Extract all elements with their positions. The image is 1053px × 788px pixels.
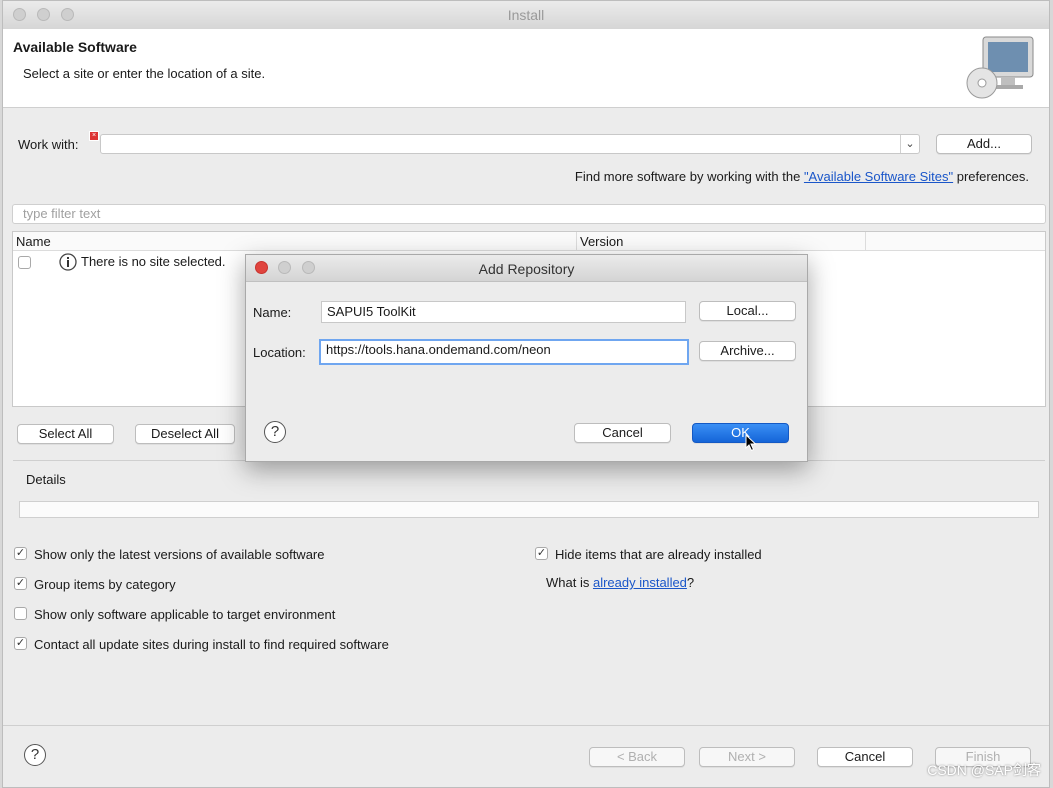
work-with-label: Work with:	[18, 137, 79, 152]
find-more-suffix: preferences.	[953, 169, 1029, 184]
select-all-button[interactable]: Select All	[17, 424, 114, 444]
window-titlebar: Install	[3, 1, 1049, 30]
what-is-prefix: What is	[546, 575, 593, 590]
dialog-titlebar: Add Repository	[246, 255, 807, 282]
footer-separator	[3, 725, 1049, 726]
help-icon[interactable]: ?	[264, 421, 286, 443]
name-label: Name:	[253, 305, 292, 320]
ok-button[interactable]: OK	[692, 423, 789, 443]
cancel-button[interactable]: Cancel	[817, 747, 913, 767]
mouse-cursor-icon	[745, 434, 757, 452]
watermark-text: CSDN @SAP剑客	[927, 762, 1041, 778]
help-icon[interactable]: ?	[24, 744, 46, 766]
target-environment-label: Show only software applicable to target …	[34, 607, 336, 622]
column-header-name[interactable]: Name	[16, 234, 51, 249]
already-installed-link[interactable]: already installed	[593, 575, 687, 590]
archive-button[interactable]: Archive...	[699, 341, 796, 361]
chevron-down-icon[interactable]: ⌄	[900, 135, 919, 153]
add-repository-dialog: Add Repository Name: SAPUI5 ToolKit Loca…	[245, 254, 808, 462]
info-icon	[59, 253, 77, 271]
column-header-version[interactable]: Version	[580, 234, 623, 249]
location-field[interactable]: https://tools.hana.ondemand.com/neon	[319, 339, 689, 365]
column-divider	[865, 232, 866, 250]
window-title: Install	[507, 7, 545, 23]
what-is-installed-text: What is already installed?	[546, 575, 694, 590]
work-with-combo[interactable]: ⌄	[100, 134, 920, 154]
add-site-button[interactable]: Add...	[936, 134, 1032, 154]
back-button[interactable]: < Back	[589, 747, 685, 767]
filter-input[interactable]: type filter text	[12, 204, 1046, 224]
hide-installed-label: Hide items that are already installed	[555, 547, 762, 562]
group-by-category-checkbox[interactable]: ✓	[14, 577, 27, 590]
hide-installed-checkbox[interactable]: ✓	[535, 547, 548, 560]
local-button[interactable]: Local...	[699, 301, 796, 321]
dialog-title: Add Repository	[478, 261, 575, 277]
location-label: Location:	[253, 345, 306, 360]
deselect-all-button[interactable]: Deselect All	[135, 424, 235, 444]
details-area	[19, 501, 1039, 518]
target-environment-checkbox[interactable]	[14, 607, 27, 620]
available-software-sites-link[interactable]: "Available Software Sites"	[804, 169, 953, 184]
table-header: Name Version	[13, 232, 1045, 251]
row-text: There is no site selected.	[81, 254, 226, 269]
latest-versions-label: Show only the latest versions of availab…	[34, 547, 325, 562]
what-is-suffix: ?	[686, 575, 695, 590]
name-field[interactable]: SAPUI5 ToolKit	[321, 301, 686, 323]
group-by-category-label: Group items by category	[34, 577, 176, 592]
find-more-text: Find more software by working with the "…	[575, 169, 1029, 184]
error-decoration-icon: ×	[89, 131, 99, 141]
next-button[interactable]: Next >	[699, 747, 795, 767]
find-more-prefix: Find more software by working with the	[574, 169, 804, 184]
page-title: Available Software	[13, 39, 137, 55]
latest-versions-checkbox[interactable]: ✓	[14, 547, 27, 560]
page-subtitle: Select a site or enter the location of a…	[23, 66, 266, 81]
contact-update-sites-label: Contact all update sites during install …	[34, 637, 389, 652]
column-divider	[576, 232, 577, 250]
header-banner: Available Software Select a site or ente…	[3, 29, 1049, 108]
details-label: Details	[26, 472, 66, 487]
row-checkbox[interactable]	[18, 256, 31, 269]
dialog-cancel-button[interactable]: Cancel	[574, 423, 671, 443]
contact-update-sites-checkbox[interactable]: ✓	[14, 637, 27, 650]
install-monitor-icon	[966, 36, 1034, 99]
